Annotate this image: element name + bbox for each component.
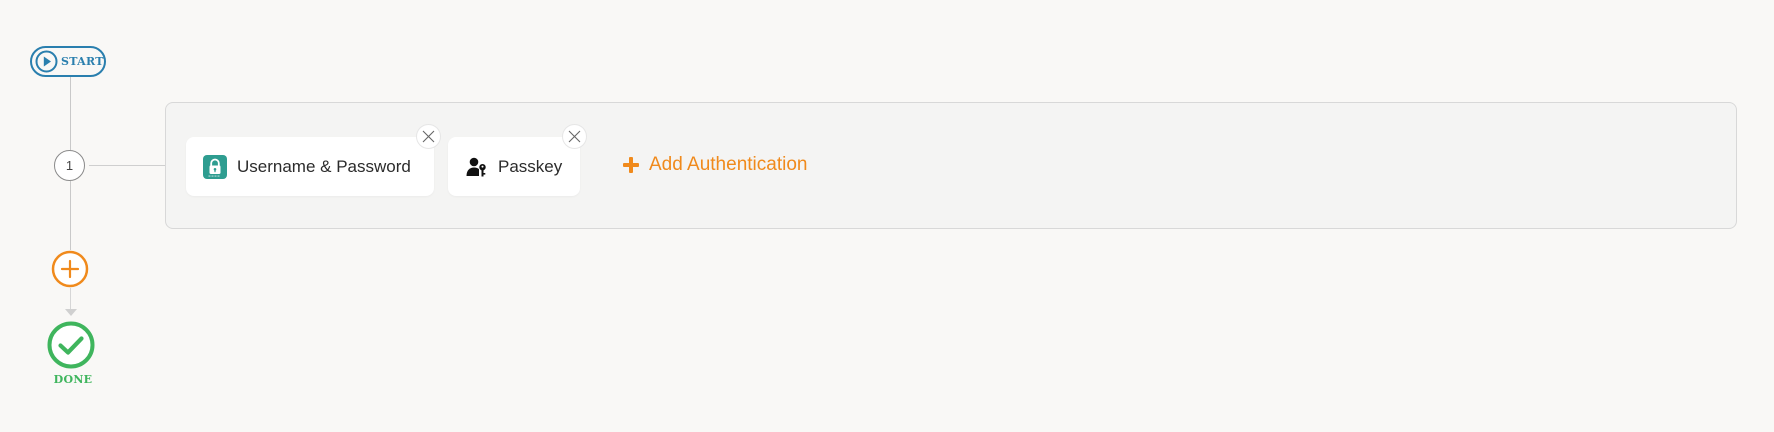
- flow-rail-top: [70, 77, 71, 150]
- method-label-username-password: Username & Password: [237, 156, 411, 176]
- add-circle-icon: [51, 250, 89, 292]
- method-card-username-password[interactable]: Username & Password: [186, 137, 434, 196]
- user-key-icon: [466, 156, 488, 178]
- add-authentication-label: Add Authentication: [649, 154, 808, 175]
- lock-icon: [203, 154, 227, 179]
- start-label: START: [61, 55, 104, 68]
- close-icon: [422, 130, 435, 143]
- check-circle-icon: [46, 320, 96, 370]
- remove-username-password-button[interactable]: [416, 124, 441, 149]
- flow-rail-middle: [70, 181, 71, 250]
- step-number-badge: 1: [54, 150, 85, 181]
- add-step-button[interactable]: [51, 250, 89, 288]
- method-card-passkey[interactable]: Passkey: [448, 137, 580, 196]
- method-label-passkey: Passkey: [498, 156, 563, 176]
- done-label: DONE: [53, 373, 93, 386]
- remove-passkey-button[interactable]: [562, 124, 587, 149]
- start-node[interactable]: START: [30, 46, 106, 77]
- plus-icon: [622, 156, 640, 174]
- close-icon: [568, 130, 581, 143]
- add-authentication-button[interactable]: Add Authentication: [622, 152, 807, 178]
- step-connector: [89, 165, 165, 166]
- arrow-down-icon: [65, 309, 77, 316]
- play-icon: [35, 50, 58, 73]
